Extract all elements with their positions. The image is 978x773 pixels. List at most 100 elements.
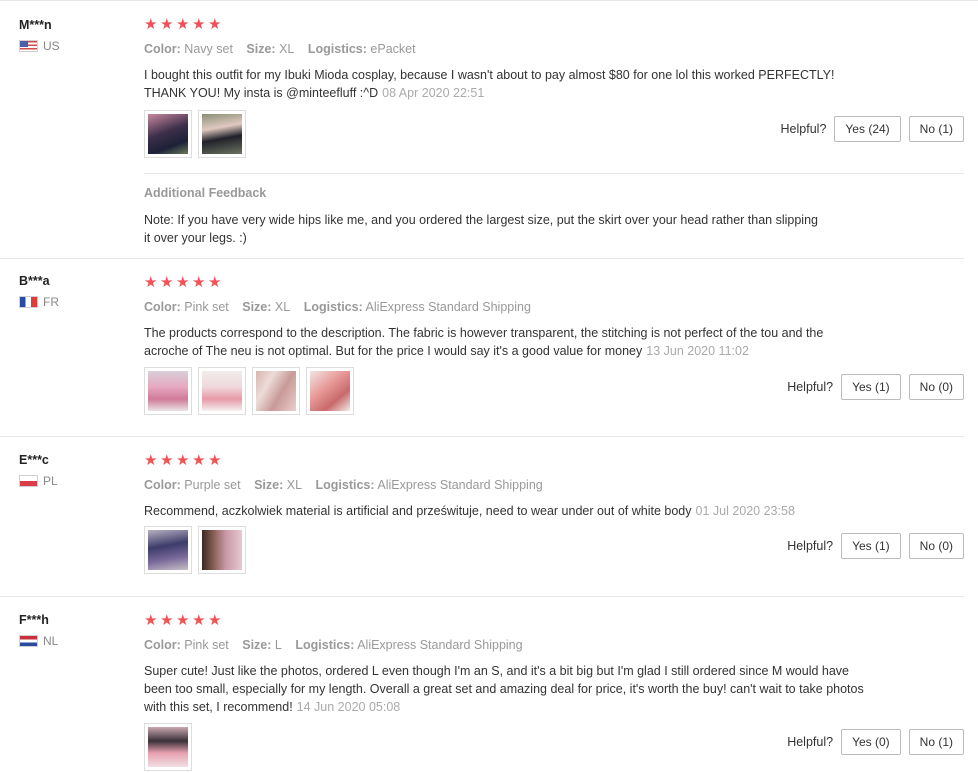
review-text: I bought this outfit for my Ibuki Mioda …	[144, 66, 864, 102]
logistics-label: Logistics:	[303, 300, 363, 314]
star-rating: ★ ★ ★ ★ ★	[144, 274, 964, 290]
photo-thumbnails	[144, 723, 192, 771]
size-label: Size:	[246, 42, 276, 56]
reviewer-info: M***n US	[19, 17, 60, 53]
reviewer-country: US	[19, 39, 60, 53]
size-value: XL	[286, 478, 303, 492]
color-value: Navy set	[184, 42, 233, 56]
review-photo-thumbnail[interactable]	[144, 723, 192, 771]
logistics-value: AliExpress Standard Shipping	[365, 300, 531, 314]
size-label: Size:	[242, 300, 272, 314]
review-text: Recommend, aczkolwiek material is artifi…	[144, 502, 864, 520]
color-label: Color:	[144, 478, 181, 492]
review-body: ★ ★ ★ ★ ★ Color: Pink set Size: XL Logistics…	[144, 274, 964, 360]
helpful-label: Helpful?	[780, 122, 827, 136]
star-icon: ★	[160, 15, 174, 33]
star-icon: ★	[160, 273, 174, 291]
review-body: ★ ★ ★ ★ ★ Color: Pink set Size: L Logistics:…	[144, 612, 964, 716]
star-icon: ★	[144, 611, 158, 629]
reviewer-name: E***c	[19, 453, 49, 467]
review-media-row: Helpful? Yes (1) No (0)	[144, 367, 964, 417]
country-code: PL	[43, 474, 58, 488]
star-icon: ★	[176, 15, 190, 33]
color-label: Color:	[144, 300, 181, 314]
review-photo-thumbnail[interactable]	[144, 526, 192, 574]
review-date: 08 Apr 2020 22:51	[382, 86, 485, 100]
helpful-no-button[interactable]: No (0)	[908, 374, 964, 400]
review-photo-thumbnail[interactable]	[306, 367, 354, 415]
size-value: XL	[274, 300, 291, 314]
star-icon: ★	[144, 451, 158, 469]
review-photo-thumbnail[interactable]	[144, 110, 192, 158]
review-item: E***c PL ★ ★ ★ ★ ★ Color: Purple set Size: X…	[0, 437, 978, 596]
review-item: F***h NL ★ ★ ★ ★ ★ Color: Pink set Size: L L…	[0, 597, 978, 772]
us-flag-icon	[19, 40, 38, 52]
star-icon: ★	[176, 273, 190, 291]
review-photo-thumbnail[interactable]	[198, 110, 246, 158]
order-attributes: Color: Pink set Size: XL Logistics: AliE…	[144, 299, 964, 315]
helpful-votes: Helpful? Yes (0) No (1)	[787, 729, 964, 755]
additional-feedback-text: Note: If you have very wide hips like me…	[144, 213, 818, 245]
helpful-yes-button[interactable]: Yes (0)	[841, 729, 901, 755]
helpful-no-button[interactable]: No (1)	[908, 116, 964, 142]
helpful-yes-button[interactable]: Yes (1)	[841, 533, 901, 559]
star-icon: ★	[208, 611, 222, 629]
logistics-label: Logistics:	[307, 42, 367, 56]
review-body: ★ ★ ★ ★ ★ Color: Purple set Size: XL Logisti…	[144, 452, 964, 520]
logistics-label: Logistics:	[295, 638, 355, 652]
reviewer-name: F***h	[19, 613, 49, 627]
reviewer-country: NL	[19, 634, 58, 648]
color-label: Color:	[144, 638, 181, 652]
review-body: ★ ★ ★ ★ ★ Color: Navy set Size: XL Logistics…	[144, 16, 964, 102]
order-attributes: Color: Purple set Size: XL Logistics: Al…	[144, 477, 964, 493]
review-text: The products correspond to the descripti…	[144, 324, 864, 360]
review-media-row: Helpful? Yes (0) No (1)	[144, 723, 964, 773]
helpful-votes: Helpful? Yes (1) No (0)	[787, 374, 964, 400]
logistics-value: AliExpress Standard Shipping	[377, 478, 543, 492]
order-attributes: Color: Navy set Size: XL Logistics: ePac…	[144, 41, 964, 57]
country-code: FR	[43, 295, 59, 309]
reviewer-info: B***a FR	[19, 273, 59, 309]
reviewer-info: E***c PL	[19, 452, 58, 488]
review-photo-thumbnail[interactable]	[198, 367, 246, 415]
review-photo-thumbnail[interactable]	[144, 367, 192, 415]
review-date: 01 Jul 2020 23:58	[695, 504, 795, 518]
star-icon: ★	[144, 15, 158, 33]
review-photo-thumbnail[interactable]	[252, 367, 300, 415]
helpful-label: Helpful?	[787, 380, 834, 394]
review-media-row: Helpful? Yes (24) No (1)	[144, 110, 964, 160]
helpful-label: Helpful?	[787, 539, 834, 553]
review-text: Super cute! Just like the photos, ordere…	[144, 662, 864, 716]
reviewer-info: F***h NL	[19, 612, 58, 648]
star-rating: ★ ★ ★ ★ ★	[144, 612, 964, 628]
logistics-value: AliExpress Standard Shipping	[357, 638, 523, 652]
color-value: Purple set	[184, 478, 241, 492]
reviewer-name: B***a	[19, 274, 50, 288]
reviewer-country: PL	[19, 474, 58, 488]
star-icon: ★	[192, 15, 206, 33]
star-icon: ★	[208, 451, 222, 469]
review-photo-thumbnail[interactable]	[198, 526, 246, 574]
star-icon: ★	[176, 611, 190, 629]
size-value: XL	[279, 42, 295, 56]
size-value: L	[274, 638, 282, 652]
helpful-yes-button[interactable]: Yes (24)	[834, 116, 901, 142]
country-code: NL	[43, 634, 59, 648]
logistics-label: Logistics:	[315, 478, 375, 492]
logistics-value: ePacket	[370, 42, 416, 56]
additional-feedback: Additional Feedback Note: If you have ve…	[144, 173, 964, 247]
color-label: Color:	[144, 42, 181, 56]
photo-thumbnails	[144, 526, 246, 574]
star-icon: ★	[192, 611, 206, 629]
star-icon: ★	[160, 611, 174, 629]
helpful-no-button[interactable]: No (1)	[908, 729, 964, 755]
star-icon: ★	[192, 451, 206, 469]
star-icon: ★	[144, 273, 158, 291]
review-date: 13 Jun 2020 11:02	[646, 344, 749, 358]
reviewer-country: FR	[19, 295, 59, 309]
size-label: Size:	[254, 478, 284, 492]
helpful-yes-button[interactable]: Yes (1)	[841, 374, 901, 400]
review-item: M***n US ★ ★ ★ ★ ★ Color: Navy set Size: XL …	[0, 0, 978, 258]
helpful-no-button[interactable]: No (0)	[908, 533, 964, 559]
star-icon: ★	[208, 273, 222, 291]
